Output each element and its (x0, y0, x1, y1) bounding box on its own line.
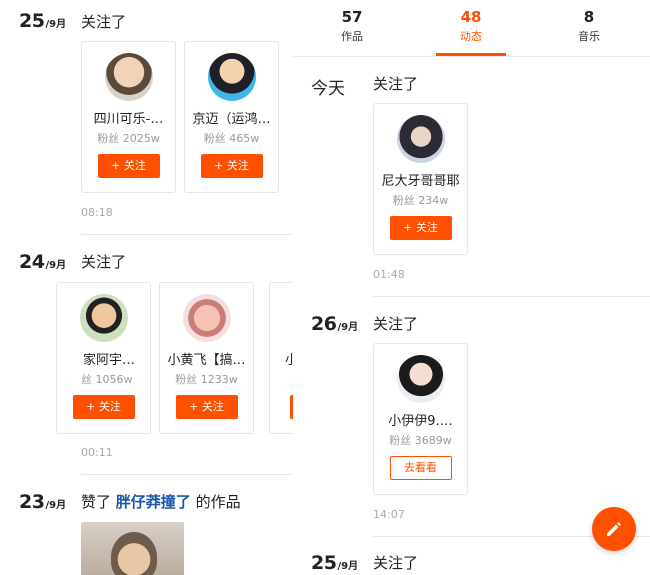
tab-count: 8 (583, 8, 595, 26)
date-month: /9月 (337, 561, 359, 572)
date-day: 26 (311, 313, 337, 335)
date-label: 26/9月 (311, 313, 358, 335)
fans-count: 丝 1056w (81, 373, 133, 386)
screen: 25/9月 关注了 四川可乐-… 粉丝 2025w + 关注 京迈（运鸿… 粉丝… (0, 0, 650, 575)
follow-button[interactable]: + 关注 (389, 216, 452, 240)
date-day: 25 (311, 552, 337, 574)
date-month: /9月 (45, 500, 67, 511)
edit-pencil-icon (607, 522, 621, 536)
date-label-today: 今天 (311, 79, 345, 99)
date-day: 25 (19, 10, 45, 32)
follow-button[interactable]: + 关注 (175, 395, 238, 419)
tab-bar: 57 作品 48 动态 8 音乐 (293, 0, 650, 57)
user-card[interactable]: 小黄飞【搞… 粉丝 1233w + 关注 (159, 282, 254, 434)
avatar[interactable] (79, 294, 128, 342)
section-divider (373, 296, 650, 297)
edit-fab-button[interactable] (592, 507, 636, 551)
date-label: 23/9月 (19, 491, 66, 513)
activity-action: 关注了 (81, 13, 127, 31)
right-feed-panel[interactable]: 57 作品 48 动态 8 音乐 今天 关注了 尼大牙哥哥耶 粉丝 234w +… (293, 0, 650, 575)
user-name[interactable]: 尼大牙哥哥耶 (374, 170, 467, 189)
user-card[interactable]: 尼大牙哥哥耶 粉丝 234w + 关注 (373, 103, 468, 255)
tab-label: 动态 (460, 30, 482, 43)
avatar[interactable] (207, 53, 256, 101)
fans-count: 粉丝 465w (203, 132, 260, 145)
user-name[interactable]: 小黄飞【搞… (160, 349, 253, 368)
fans-count: 粉丝 2025w (97, 132, 160, 145)
date-month: /9月 (45, 19, 67, 30)
video-thumbnail[interactable] (81, 522, 184, 575)
user-name[interactable]: 家阿宇… (57, 349, 150, 368)
date-day: 23 (19, 491, 45, 513)
follow-button[interactable]: + 关注 (97, 154, 160, 178)
tab-activity[interactable]: 48 动态 (426, 8, 516, 44)
action-prefix: 赞了 (81, 493, 112, 511)
activity-action: 关注了 (81, 253, 127, 271)
follow-button[interactable]: + 关注 (200, 154, 263, 178)
fans-count: 粉丝 1233w (175, 373, 238, 386)
thumbnail-image (111, 532, 157, 575)
video-link[interactable]: 胖仔莽撞了 (116, 493, 191, 511)
tab-count: 48 (460, 8, 482, 26)
avatar[interactable] (396, 115, 445, 163)
user-name[interactable]: 京迈（运鸿… (185, 108, 278, 127)
left-feed-panel[interactable]: 25/9月 关注了 四川可乐-… 粉丝 2025w + 关注 京迈（运鸿… 粉丝… (0, 0, 293, 575)
avatar[interactable] (182, 294, 231, 342)
tab-works[interactable]: 57 作品 (307, 8, 397, 44)
user-card[interactable]: 家阿宇… 丝 1056w + 关注 (56, 282, 151, 434)
action-suffix: 的作品 (195, 493, 241, 511)
activity-action: 关注了 (373, 315, 419, 333)
activity-time: 01:48 (373, 268, 405, 281)
activity-action: 关注了 (373, 75, 419, 93)
user-card[interactable]: 京迈（运鸿… 粉丝 465w + 关注 (184, 41, 279, 193)
user-card[interactable]: 小 (269, 282, 293, 434)
user-name[interactable]: 小伊伊9.… (374, 410, 467, 429)
user-card[interactable]: 小伊伊9.… 粉丝 3689w 去看看 (373, 343, 468, 495)
avatar[interactable] (396, 355, 445, 403)
activity-action: 赞了 胖仔莽撞了 的作品 (81, 491, 241, 512)
date-day: 24 (19, 251, 45, 273)
tab-count: 57 (341, 8, 363, 26)
user-name[interactable]: 四川可乐-… (82, 108, 175, 127)
follow-button[interactable]: + 关注 (72, 395, 135, 419)
tab-label: 音乐 (578, 30, 600, 43)
section-divider (81, 234, 293, 235)
user-card[interactable]: 四川可乐-… 粉丝 2025w + 关注 (81, 41, 176, 193)
section-divider (81, 474, 293, 475)
activity-action: 关注了 (373, 554, 419, 572)
date-month: /9月 (337, 322, 359, 333)
activity-feed[interactable]: 今天 关注了 尼大牙哥哥耶 粉丝 234w + 关注 01:48 26/9月 关… (293, 58, 650, 575)
activity-time: 08:18 (81, 206, 113, 219)
date-label: 25/9月 (311, 552, 358, 574)
activity-time: 00:11 (81, 446, 113, 459)
date-month: /9月 (45, 260, 67, 271)
avatar[interactable] (104, 53, 153, 101)
tab-label: 作品 (341, 30, 363, 43)
view-button[interactable]: 去看看 (389, 456, 452, 480)
date-label: 24/9月 (19, 251, 66, 273)
user-name[interactable]: 小 (270, 349, 293, 368)
date-label: 25/9月 (19, 10, 66, 32)
activity-time: 14:07 (373, 508, 405, 521)
tab-music[interactable]: 8 音乐 (544, 8, 634, 44)
fans-count: 粉丝 234w (392, 194, 449, 207)
fans-count: 粉丝 3689w (389, 434, 452, 447)
tab-active-indicator (436, 53, 506, 56)
